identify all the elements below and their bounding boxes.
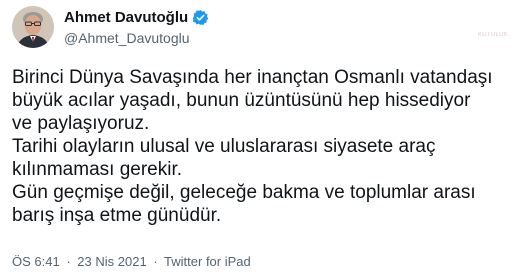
tweet-text: Birinci Dünya Savaşında her inançtan Osm…	[12, 66, 524, 227]
author-handle[interactable]: @Ahmet_Davutoglu	[64, 30, 190, 46]
author-name-text: Ahmet Davutoğlu	[64, 9, 189, 26]
tweet-card: Ahmet Davutoğlu @Ahmet_Davutoglu KUTULUK…	[0, 0, 532, 280]
tweet-text-line: ve paylaşıyoruz.	[12, 113, 150, 134]
watermark: KUTULUK	[478, 32, 509, 38]
tweet-text-line: Gün geçmişe değil, geleceğe bakma ve top…	[12, 182, 476, 203]
meta-separator: ·	[153, 254, 158, 269]
meta-separator: ·	[66, 254, 71, 269]
tweet-meta: ÖS 6:41 · 23 Nis 2021 · Twitter for iPad	[12, 254, 251, 269]
tweet-date[interactable]: 23 Nis 2021	[77, 254, 146, 269]
avatar[interactable]	[12, 6, 54, 48]
avatar-photo	[12, 6, 54, 48]
tweet-text-line: büyük acılar yaşadı, bunun üzüntüsünü he…	[12, 90, 471, 111]
tweet-text-line: Birinci Dünya Savaşında her inançtan Osm…	[12, 67, 493, 88]
tweet-time[interactable]: ÖS 6:41	[12, 254, 60, 269]
tweet-text-line: kılınmaması gerekir.	[12, 159, 182, 180]
tweet-text-line: Tarihi olayların ulusal ve uluslararası …	[12, 136, 436, 157]
tweet-text-line: barış inşa etme günüdür.	[12, 205, 222, 226]
verified-badge-icon	[192, 9, 209, 26]
author-name[interactable]: Ahmet Davutoğlu	[64, 9, 209, 26]
tweet-source[interactable]: Twitter for iPad	[164, 254, 251, 269]
